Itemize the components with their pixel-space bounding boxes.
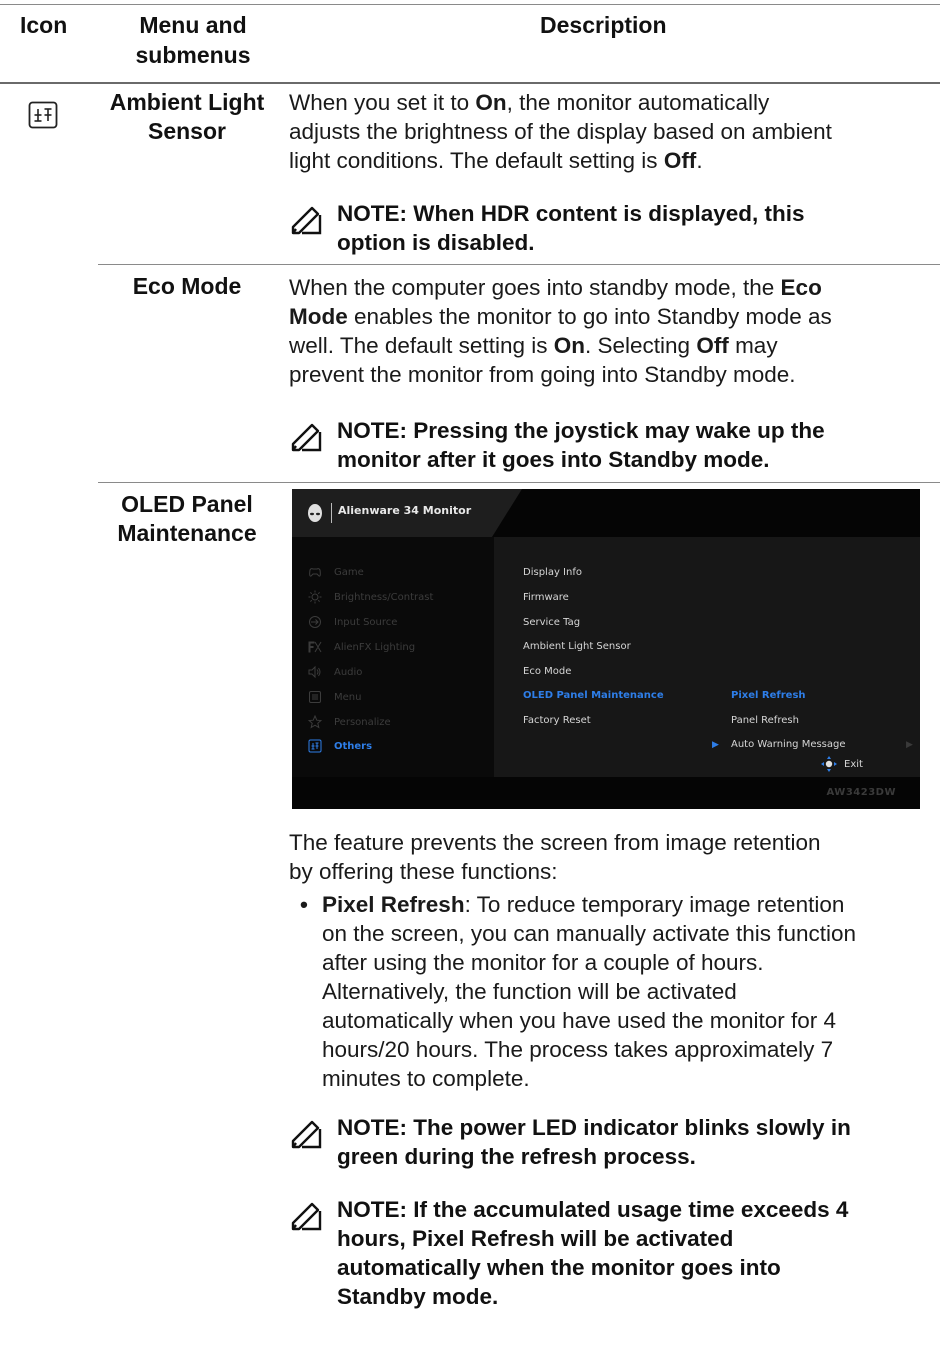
note-pencil-icon	[291, 206, 322, 235]
osd-menu-others[interactable]: Others	[308, 739, 488, 759]
menu-name-line: Maintenance	[117, 520, 257, 546]
menu-icon	[309, 691, 321, 703]
osd-menu-menu[interactable]: Menu	[308, 690, 488, 710]
pixel-refresh-note-usage: NOTE: If the accumulated usage time exce…	[289, 1195, 929, 1311]
pixel-refresh-bullet: • Pixel Refresh: To reduce temporary ima…	[300, 892, 857, 1091]
osd-option-panel-refresh[interactable]: Panel Refresh	[731, 715, 799, 726]
pixel-refresh-note-led: NOTE: The power LED indicator blinks slo…	[289, 1113, 929, 1171]
bullet-marker: •	[300, 892, 308, 917]
osd-menu-brightness[interactable]: Brightness/Contrast	[308, 590, 488, 610]
header-icon-column: Icon	[20, 12, 68, 38]
star-icon	[308, 715, 322, 729]
menu-ambient-light-sensor: Ambient Light Sensor	[96, 88, 278, 146]
eco-description: When the computer goes into standby mode…	[289, 275, 832, 387]
osd-menu-personalize[interactable]: Personalize	[308, 715, 488, 735]
row-divider	[98, 264, 940, 265]
note-pencil-icon	[291, 423, 322, 452]
osd-menu-game[interactable]: Game	[308, 565, 488, 585]
brightness-icon	[308, 590, 322, 604]
input-icon	[309, 616, 321, 628]
osd-model-name: AW3423DW	[826, 787, 896, 798]
osd-submenu-display-info[interactable]: Display Info	[523, 567, 582, 578]
ambient-description: When you set it to On, the monitor autom…	[289, 90, 832, 173]
header-menu-column: Menu and submenus	[135, 12, 251, 68]
gamepad-icon	[309, 568, 321, 577]
osd-submenu-factory-reset[interactable]: Factory Reset	[523, 715, 591, 726]
osd-menu-alienfx[interactable]: AlienFX Lighting	[308, 640, 488, 660]
osd-submenu-service-tag[interactable]: Service Tag	[523, 617, 580, 628]
osd-exit-label[interactable]: Exit	[844, 759, 863, 770]
osd-submenu-arrow-icon: ▶	[906, 740, 913, 750]
menu-name-line: OLED Panel	[121, 491, 253, 517]
osd-option-auto-warning-message[interactable]: Auto Warning Message	[731, 739, 846, 750]
row-divider	[98, 482, 940, 483]
osd-submenu-oled-panel-maintenance[interactable]: OLED Panel Maintenance	[523, 690, 664, 701]
header-top-rule	[0, 4, 940, 5]
osd-menu-audio[interactable]: Audio	[308, 665, 488, 685]
others-icon	[28, 101, 58, 129]
osd-title: Alienware 34 Monitor	[338, 504, 472, 517]
osd-submenu-firmware[interactable]: Firmware	[523, 592, 569, 603]
osd-selection-arrow-icon: ▶	[712, 740, 719, 750]
menu-name-line: Sensor	[148, 118, 226, 144]
osd-tab-slant	[492, 489, 522, 537]
joystick-icon	[821, 756, 837, 772]
osd-submenu-ambient-light-sensor[interactable]: Ambient Light Sensor	[523, 641, 631, 652]
menu-oled-panel-maintenance: OLED Panel Maintenance	[96, 490, 278, 548]
ambient-note: NOTE: When HDR content is displayed, thi…	[289, 199, 929, 257]
osd-screenshot: Alienware 34 Monitor AW3423DW Game Brigh…	[292, 489, 920, 809]
osd-title-separator	[331, 503, 332, 523]
alienware-logo-icon	[308, 504, 322, 522]
menu-eco-mode: Eco Mode	[132, 273, 242, 299]
alienfx-icon	[308, 641, 322, 653]
osd-menu-input-source[interactable]: Input Source	[308, 615, 488, 635]
note-pencil-icon	[291, 1202, 322, 1231]
menu-name-line: Ambient Light	[109, 89, 265, 115]
header-description-column: Description	[540, 12, 667, 38]
osd-option-pixel-refresh[interactable]: Pixel Refresh	[731, 690, 806, 701]
eco-note: NOTE: Pressing the joystick may wake up …	[289, 416, 929, 474]
note-pencil-icon	[291, 1120, 322, 1149]
oled-intro: The feature prevents the screen from ima…	[289, 830, 821, 884]
header-bottom-rule	[0, 82, 940, 84]
others-icon	[308, 739, 322, 753]
speaker-icon	[308, 665, 321, 679]
osd-submenu-eco-mode[interactable]: Eco Mode	[523, 666, 571, 677]
